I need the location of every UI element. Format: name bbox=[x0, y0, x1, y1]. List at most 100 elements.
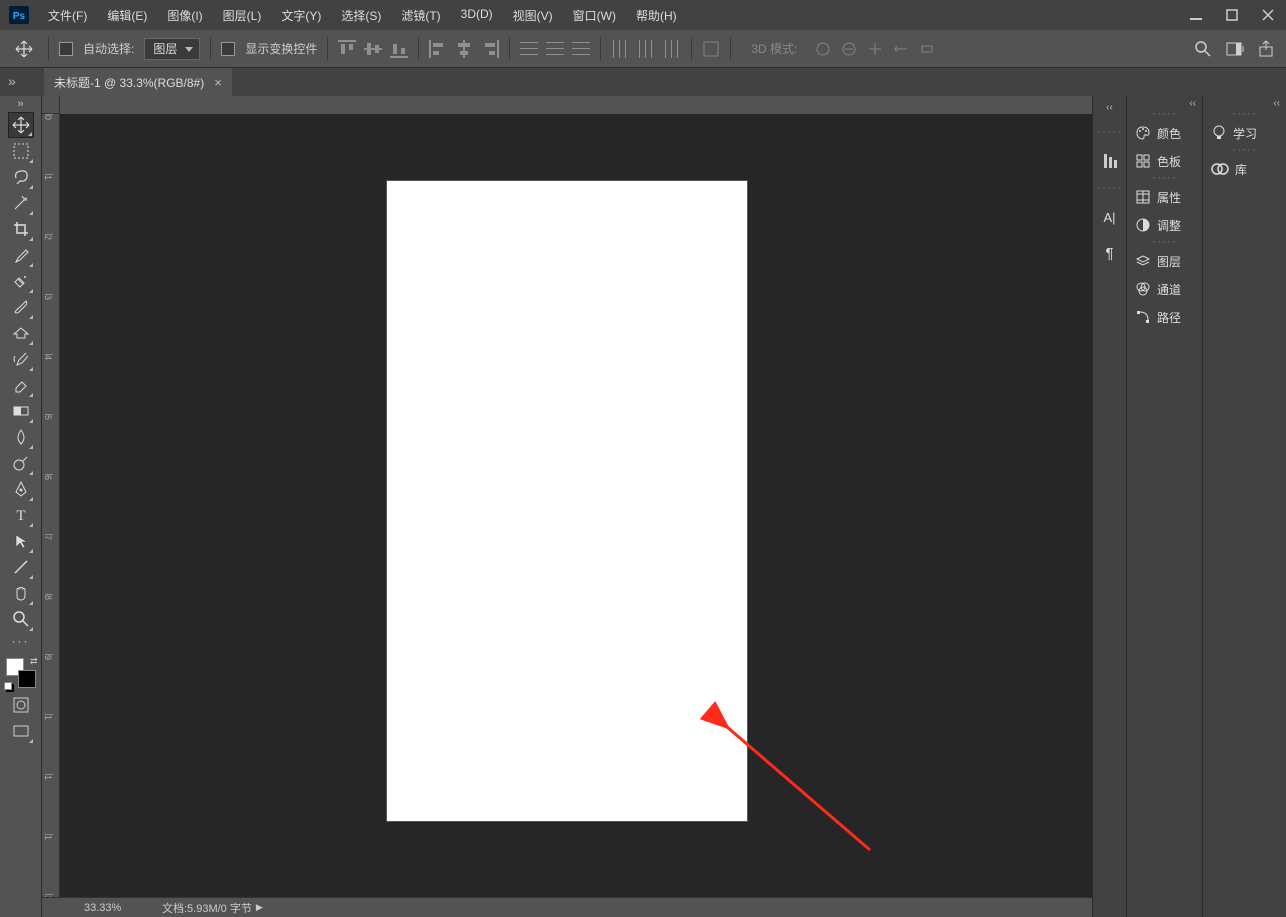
panel-grip-icon[interactable] bbox=[1097, 129, 1122, 137]
panel-grip-icon[interactable] bbox=[1127, 239, 1202, 247]
toolbar-more-icon[interactable]: ··· bbox=[0, 632, 41, 654]
auto-select-checkbox[interactable] bbox=[59, 42, 73, 56]
dist-vcenter-icon[interactable] bbox=[546, 40, 564, 58]
panel-路径-button[interactable]: 路径 bbox=[1127, 303, 1202, 331]
menu-view[interactable]: 视图(V) bbox=[503, 1, 563, 30]
panel-grip-icon[interactable] bbox=[1127, 175, 1202, 183]
move-tool[interactable] bbox=[8, 112, 34, 138]
panel-grip-icon[interactable] bbox=[1097, 185, 1122, 193]
lasso-tool[interactable] bbox=[8, 164, 34, 190]
search-icon[interactable] bbox=[1194, 40, 1212, 58]
collapse-icon[interactable]: ‹‹ bbox=[1267, 96, 1286, 111]
collapse-icon[interactable]: ‹‹ bbox=[1106, 102, 1113, 113]
lightbulb-icon bbox=[1211, 125, 1227, 141]
path-select-tool[interactable] bbox=[8, 528, 34, 554]
align-vcenter-icon[interactable] bbox=[364, 40, 382, 58]
close-tab-icon[interactable]: × bbox=[214, 75, 222, 90]
marquee-tool[interactable] bbox=[8, 138, 34, 164]
menubar: Ps 文件(F) 编辑(E) 图像(I) 图层(L) 文字(Y) 选择(S) 滤… bbox=[0, 0, 1286, 30]
menu-window[interactable]: 窗口(W) bbox=[563, 1, 626, 30]
workspace-icon[interactable] bbox=[1226, 40, 1244, 58]
minimize-button[interactable] bbox=[1178, 0, 1214, 30]
right-secondary-column: ‹‹ 学习 库 bbox=[1202, 96, 1286, 917]
close-button[interactable] bbox=[1250, 0, 1286, 30]
dist-right-icon[interactable] bbox=[663, 40, 681, 58]
quickmask-tool[interactable] bbox=[8, 692, 34, 718]
history-panel-icon[interactable] bbox=[1098, 149, 1122, 173]
character-panel-icon[interactable]: A| bbox=[1098, 205, 1122, 229]
layer-dropdown[interactable]: 图层 bbox=[144, 38, 200, 60]
history-brush-tool[interactable] bbox=[8, 346, 34, 372]
collapse-icon[interactable]: ‹‹ bbox=[1183, 96, 1202, 111]
chevron-right-icon: ▶ bbox=[256, 902, 263, 913]
layer-dropdown-value: 图层 bbox=[153, 40, 177, 57]
menu-file[interactable]: 文件(F) bbox=[38, 1, 97, 30]
menu-edit[interactable]: 编辑(E) bbox=[97, 1, 157, 30]
eyedropper-tool[interactable] bbox=[8, 242, 34, 268]
auto-select-label: 自动选择: bbox=[83, 40, 134, 57]
blur-tool[interactable] bbox=[8, 424, 34, 450]
panel-属性-button[interactable]: 属性 bbox=[1127, 183, 1202, 211]
pen-tool[interactable] bbox=[8, 476, 34, 502]
gradient-tool[interactable] bbox=[8, 398, 34, 424]
panel-图层-button[interactable]: 图层 bbox=[1127, 247, 1202, 275]
dist-bottom-icon[interactable] bbox=[572, 40, 590, 58]
document-tab[interactable]: 未标题-1 @ 33.3%(RGB/8#) × bbox=[44, 68, 232, 96]
show-transform-checkbox[interactable] bbox=[221, 42, 235, 56]
menu-layer[interactable]: 图层(L) bbox=[213, 1, 272, 30]
paragraph-panel-icon[interactable]: ¶ bbox=[1098, 241, 1122, 265]
options-right bbox=[1194, 40, 1276, 58]
separator bbox=[210, 37, 211, 61]
clone-stamp-tool[interactable] bbox=[8, 320, 34, 346]
crop-tool[interactable] bbox=[8, 216, 34, 242]
menu-image[interactable]: 图像(I) bbox=[157, 1, 212, 30]
learn-panel-label: 学习 bbox=[1233, 125, 1257, 142]
align-group-1 bbox=[338, 40, 408, 58]
healing-tool[interactable] bbox=[8, 268, 34, 294]
library-panel-button[interactable]: 库 bbox=[1203, 155, 1286, 183]
panel-颜色-button[interactable]: 颜色 bbox=[1127, 119, 1202, 147]
panel-grip-icon[interactable] bbox=[1127, 111, 1202, 119]
menu-filter[interactable]: 滤镜(T) bbox=[391, 1, 450, 30]
align-right-icon[interactable] bbox=[481, 40, 499, 58]
layers-icon bbox=[1135, 253, 1151, 269]
dist-left-icon[interactable] bbox=[611, 40, 629, 58]
menu-type[interactable]: 文字(Y) bbox=[271, 1, 331, 30]
status-doc-info[interactable]: 文档:5.93M/0 字节 ▶ bbox=[142, 900, 263, 916]
menu-select[interactable]: 选择(S) bbox=[331, 1, 391, 30]
status-zoom[interactable]: 33.33% bbox=[42, 902, 142, 914]
maximize-button[interactable] bbox=[1214, 0, 1250, 30]
background-color[interactable] bbox=[18, 670, 36, 688]
reset-colors-icon[interactable] bbox=[4, 682, 12, 690]
panel-label: 属性 bbox=[1157, 189, 1181, 206]
canvas-viewport[interactable] bbox=[60, 114, 1092, 897]
eraser-tool[interactable] bbox=[8, 372, 34, 398]
panel-grip-icon[interactable] bbox=[1203, 147, 1286, 155]
panel-grip-icon[interactable] bbox=[1203, 111, 1286, 119]
options-bar: 自动选择: 图层 显示变换控件 3D 模式: bbox=[0, 30, 1286, 68]
align-bottom-icon[interactable] bbox=[390, 40, 408, 58]
menu-3d[interactable]: 3D(D) bbox=[451, 1, 503, 30]
share-icon[interactable] bbox=[1258, 40, 1276, 58]
align-top-icon[interactable] bbox=[338, 40, 356, 58]
dist-top-icon[interactable] bbox=[520, 40, 538, 58]
align-hcenter-icon[interactable] bbox=[455, 40, 473, 58]
color-swatches[interactable]: ⇄ bbox=[6, 658, 36, 688]
align-left-icon[interactable] bbox=[429, 40, 447, 58]
zoom-tool[interactable] bbox=[8, 606, 34, 632]
ruler-vertical[interactable]: 01234567891111 bbox=[42, 114, 60, 897]
screenmode-tool[interactable] bbox=[8, 718, 34, 744]
swap-colors-icon[interactable]: ⇄ bbox=[30, 656, 38, 667]
line-tool[interactable] bbox=[8, 554, 34, 580]
panel-通道-button[interactable]: 通道 bbox=[1127, 275, 1202, 303]
menu-help[interactable]: 帮助(H) bbox=[626, 1, 687, 30]
magic-wand-tool[interactable] bbox=[8, 190, 34, 216]
dist-hcenter-icon[interactable] bbox=[637, 40, 655, 58]
move-tool-icon[interactable] bbox=[10, 38, 38, 60]
type-tool[interactable]: T bbox=[8, 502, 34, 528]
toolbar-expand-icon[interactable]: » bbox=[0, 100, 41, 112]
dodge-tool[interactable] bbox=[8, 450, 34, 476]
hand-tool[interactable] bbox=[8, 580, 34, 606]
separator bbox=[327, 37, 328, 61]
brush-tool[interactable] bbox=[8, 294, 34, 320]
